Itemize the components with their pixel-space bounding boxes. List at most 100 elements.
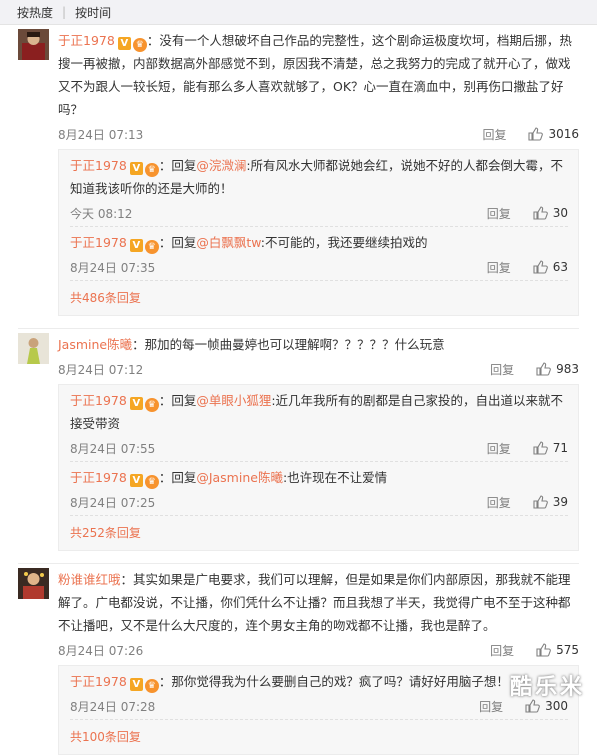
- like-count: 300: [545, 699, 568, 713]
- comment-body: ：那加的每一帧曲曼婷也可以理解啊？？？？？什么玩意: [132, 337, 445, 352]
- reply-item: 于正1978 V ♛ ：回复@单眼小狐狸:近几年我所有的剧都是自己家投的，自出道以来就…: [70, 385, 568, 462]
- reply-username[interactable]: 于正1978: [70, 674, 127, 689]
- reply-meta: 8月24日 07:25 回复 39: [70, 489, 568, 515]
- reply-prefix: ：回复: [158, 393, 197, 408]
- reply-username[interactable]: 于正1978: [70, 235, 127, 250]
- like-button[interactable]: 983: [536, 362, 579, 376]
- reply-button[interactable]: 回复: [490, 361, 514, 378]
- comment-text-block: Jasmine陈曦：那加的每一帧曲曼婷也可以理解啊？？？？？什么玩意: [58, 333, 579, 356]
- more-replies-link[interactable]: 共252条回复: [70, 516, 568, 550]
- comment-item: 于正1978 V ♛ ：没有一个人想破坏自己作品的完整性，这个剧命运极度坎坷，档期后挪…: [0, 25, 597, 316]
- like-count: 39: [552, 495, 568, 509]
- reply-item: 于正1978 V ♛ ：那你觉得我为什么要删自己的戏？疯了吗？请好好用脑子想！ 8月2…: [70, 666, 568, 720]
- like-button[interactable]: 300: [525, 699, 568, 713]
- reply-text-block: 于正1978 V ♛ ：回复@单眼小狐狸:近几年我所有的剧都是自己家投的，自出道以来就…: [70, 389, 568, 435]
- comment-item: Jasmine陈曦：那加的每一帧曲曼婷也可以理解啊？？？？？什么玩意 8月24日…: [0, 329, 597, 551]
- reply-username[interactable]: 于正1978: [70, 470, 127, 485]
- vip-crown-icon: ♛: [144, 240, 159, 254]
- reply-text-block: 于正1978 V ♛ ：回复@白飘飘tw:不可能的，我还要继续拍戏的: [70, 231, 568, 254]
- reply-button[interactable]: 回复: [487, 494, 511, 511]
- reply-button[interactable]: 回复: [490, 642, 514, 659]
- thumbs-up-icon: [536, 643, 551, 657]
- comment-item: 粉谁谁红哦：其实如果是广电要求，我们可以理解，但是如果是你们内部原因，那我就不能…: [0, 564, 597, 755]
- comment-body: ：其实如果是广电要求，我们可以理解，但是如果是你们内部原因，那我就不能理解了。广…: [58, 572, 571, 633]
- reply-time: 8月24日 07:25: [70, 495, 156, 510]
- thumbs-up-icon: [533, 260, 548, 274]
- reply-body: :不可能的，我还要继续拍戏的: [260, 235, 428, 250]
- mention-link[interactable]: @白飘飘tw: [196, 235, 260, 250]
- reply-time: 8月24日 07:28: [70, 699, 156, 714]
- reply-prefix: ：: [158, 674, 172, 689]
- reply-body: :也许现在不让爱情: [282, 470, 388, 485]
- thumbs-up-icon: [525, 699, 540, 713]
- reply-button[interactable]: 回复: [487, 205, 511, 222]
- mention-link[interactable]: @Jasmine陈曦: [196, 470, 283, 485]
- reply-username[interactable]: 于正1978: [70, 158, 127, 173]
- more-replies-link[interactable]: 共486条回复: [70, 281, 568, 315]
- thumbs-up-icon: [533, 495, 548, 509]
- verified-v-icon: V: [129, 162, 143, 175]
- comment-username[interactable]: 粉谁谁红哦: [58, 572, 121, 587]
- tab-sort-by-time[interactable]: 按时间: [75, 4, 111, 21]
- reply-button[interactable]: 回复: [479, 698, 503, 715]
- vip-crown-icon: ♛: [144, 163, 159, 177]
- tab-sort-by-hot[interactable]: 按热度: [17, 4, 53, 21]
- reply-time: 8月24日 07:55: [70, 441, 156, 456]
- reply-meta: 8月24日 07:55 回复 71: [70, 435, 568, 461]
- thumbs-up-icon: [533, 441, 548, 455]
- thumbs-up-icon: [528, 127, 544, 141]
- comment-text-block: 粉谁谁红哦：其实如果是广电要求，我们可以理解，但是如果是你们内部原因，那我就不能…: [58, 568, 579, 637]
- verified-v-icon: V: [129, 397, 143, 410]
- verified-v-icon: V: [129, 678, 143, 691]
- like-count: 983: [556, 362, 579, 376]
- avatar[interactable]: [18, 568, 49, 599]
- comment-time: 8月24日 07:26: [58, 643, 144, 658]
- reply-meta: 今天 08:12 回复 30: [70, 200, 568, 226]
- reply-body: 那你觉得我为什么要删自己的戏？疯了吗？请好好用脑子想！: [171, 674, 509, 689]
- reply-button[interactable]: 回复: [487, 259, 511, 276]
- vip-crown-icon: ♛: [132, 38, 147, 52]
- like-count: 63: [552, 260, 568, 274]
- reply-username[interactable]: 于正1978: [70, 393, 127, 408]
- like-count: 30: [552, 206, 568, 220]
- mention-link[interactable]: @浣溦澜: [196, 158, 246, 173]
- verified-v-icon: V: [129, 239, 143, 252]
- reply-meta: 8月24日 07:28 回复 300: [70, 693, 568, 719]
- comment-time: 8月24日 07:13: [58, 127, 144, 142]
- reply-button[interactable]: 回复: [482, 126, 506, 143]
- like-button[interactable]: 3016: [528, 127, 579, 141]
- like-button[interactable]: 39: [533, 495, 568, 509]
- reply-list: 于正1978 V ♛ ：回复@浣溦澜:所有风水大师都说她会红，说她不好的人都会倒大霉，…: [58, 149, 579, 316]
- like-button[interactable]: 63: [533, 260, 568, 274]
- reply-button[interactable]: 回复: [487, 440, 511, 457]
- vip-crown-icon: ♛: [144, 398, 159, 412]
- avatar[interactable]: [18, 29, 49, 60]
- reply-prefix: ：回复: [158, 470, 197, 485]
- comment-username[interactable]: 于正1978: [58, 33, 115, 48]
- reply-text-block: 于正1978 V ♛ ：那你觉得我为什么要删自己的戏？疯了吗？请好好用脑子想！: [70, 670, 568, 693]
- tab-separator: |: [62, 5, 67, 19]
- reply-text-block: 于正1978 V ♛ ：回复@浣溦澜:所有风水大师都说她会红，说她不好的人都会倒大霉，…: [70, 154, 568, 200]
- comment-meta: 8月24日 07:12 回复 983: [58, 356, 579, 382]
- mention-link[interactable]: @单眼小狐狸: [196, 393, 271, 408]
- avatar[interactable]: [18, 333, 49, 364]
- like-count: 3016: [548, 127, 579, 141]
- reply-body: :近几年我所有的剧都是自己家投的，自出道以来就不接受带资: [70, 393, 564, 431]
- watermark-logo: 酷乐米: [509, 675, 585, 700]
- like-button[interactable]: 71: [533, 441, 568, 455]
- verified-v-icon: V: [117, 37, 131, 50]
- more-replies-link[interactable]: 共100条回复: [70, 720, 568, 754]
- comment-text-block: 于正1978 V ♛ ：没有一个人想破坏自己作品的完整性，这个剧命运极度坎坷，档期后挪…: [58, 29, 579, 121]
- vip-crown-icon: ♛: [144, 679, 159, 693]
- sort-tabs: 按热度 | 按时间: [0, 0, 597, 25]
- like-button[interactable]: 575: [536, 643, 579, 657]
- comment-meta: 8月24日 07:26 回复 575: [58, 637, 579, 663]
- reply-prefix: ：回复: [158, 158, 197, 173]
- reply-body: :所有风水大师都说她会红，说她不好的人都会倒大霉，不知道我该听你的还是大师的！: [70, 158, 564, 196]
- thumbs-up-icon: [533, 206, 548, 220]
- reply-item: 于正1978 V ♛ ：回复@浣溦澜:所有风水大师都说她会红，说她不好的人都会倒大霉，…: [70, 150, 568, 227]
- comment-username[interactable]: Jasmine陈曦: [58, 337, 132, 352]
- reply-prefix: ：回复: [158, 235, 197, 250]
- reply-item: 于正1978 V ♛ ：回复@白飘飘tw:不可能的，我还要继续拍戏的 8月24日 07…: [70, 227, 568, 281]
- like-button[interactable]: 30: [533, 206, 568, 220]
